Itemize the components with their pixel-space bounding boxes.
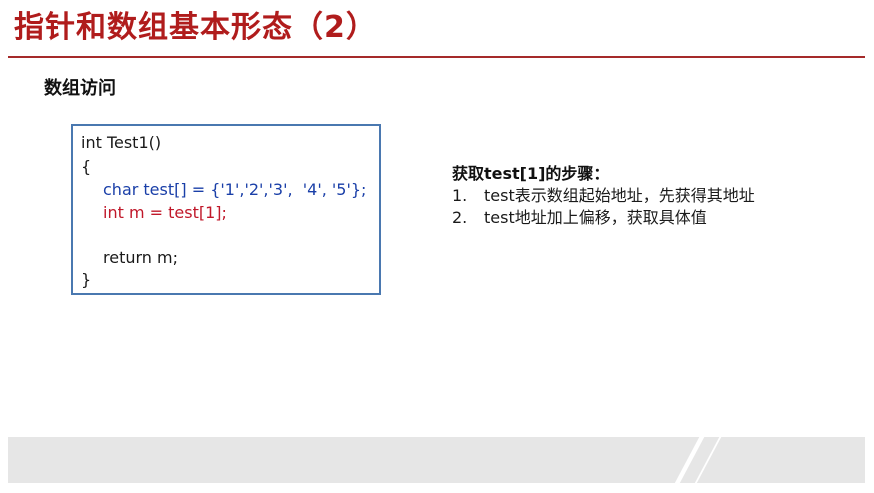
code-line-array-access: int m = test[1];: [103, 203, 227, 222]
code-line-open-brace: {: [81, 157, 92, 176]
steps-panel: 获取test[1]的步骤： 1. test表示数组起始地址，先获得其地址 2. …: [452, 163, 755, 229]
footer-decoration: [687, 437, 727, 483]
step-number: 2.: [452, 208, 468, 227]
code-line-array-declaration: char test[] = {'1','2','3', '4', '5'};: [103, 180, 367, 199]
steps-heading: 获取test[1]的步骤：: [452, 164, 610, 183]
slide-title: 指针和数组基本形态（2）: [14, 10, 377, 45]
title-divider: [8, 56, 865, 58]
step-number: 1.: [452, 186, 468, 205]
code-line-close-brace: }: [81, 270, 92, 289]
code-line-return: return m;: [103, 248, 178, 267]
footer-decoration: [667, 437, 710, 483]
step-item: 1. test表示数组起始地址，先获得其地址: [452, 185, 755, 207]
step-text: test地址加上偏移，获取具体值: [484, 208, 707, 227]
step-item: 2. test地址加上偏移，获取具体值: [452, 207, 755, 229]
step-text: test表示数组起始地址，先获得其地址: [484, 186, 755, 205]
code-line-signature: int Test1(): [81, 133, 162, 152]
footer-band: [8, 437, 865, 483]
section-heading: 数组访问: [44, 78, 116, 99]
code-block: int Test1() { char test[] = {'1','2','3'…: [71, 124, 381, 295]
